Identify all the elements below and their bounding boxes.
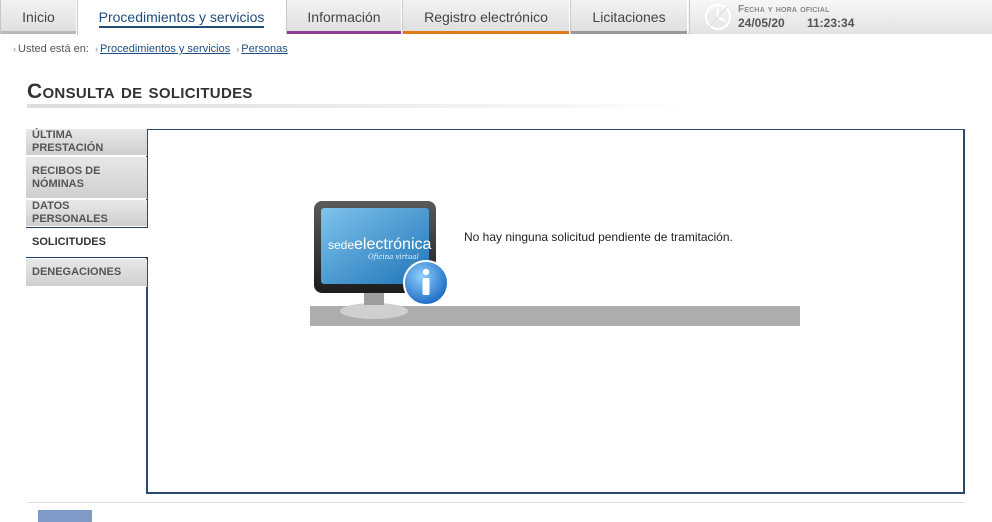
logo-subtext: Oficina virtual [368, 253, 419, 261]
title-divider [27, 104, 687, 108]
breadcrumb-prefix: Usted está en: [18, 43, 89, 55]
clock-date: 24/05/20 [738, 16, 785, 30]
tab-informacion[interactable]: Información [286, 0, 402, 34]
breadcrumb-arrow-icon: › [95, 44, 98, 54]
tab-inicio[interactable]: Inicio [0, 0, 77, 34]
submenu-item-label: DENEGACIONES [32, 266, 122, 278]
submenu-item-label: SOLICITUDES [32, 236, 106, 248]
breadcrumb-link-personas[interactable]: Personas [241, 43, 287, 55]
breadcrumb: › Usted está en: › Procedimientos y servic… [10, 43, 288, 55]
tab-registro-label: Registro electrónico [424, 9, 548, 25]
tab-inicio-label: Inicio [22, 9, 55, 25]
tab-inicio-underline [1, 31, 76, 34]
breadcrumb-arrow-icon: › [13, 44, 16, 54]
top-navigation: Inicio Procedimientos y servicios Inform… [0, 0, 992, 35]
tab-procedimientos[interactable]: Procedimientos y servicios [77, 0, 286, 35]
submenu-item-datos-personales[interactable]: DATOS PERSONALES [26, 200, 147, 227]
submenu-item-solicitudes[interactable]: SOLICITUDES [26, 227, 148, 258]
logo-text-main: sede [328, 238, 354, 252]
tab-licitaciones[interactable]: Licitaciones [570, 0, 688, 34]
clock-time: 11:23:34 [807, 16, 855, 30]
no-requests-message: No hay ninguna solicitud pendiente de tr… [464, 230, 733, 244]
official-clock: Fecha y hora oficial 24/05/20 11:23:34 [689, 0, 992, 34]
tab-informacion-label: Información [307, 9, 381, 25]
submenu-item-label: DATOS PERSONALES [32, 200, 108, 225]
page-title: Consulta de solicitudes [27, 80, 253, 103]
tab-procedimientos-label: Procedimientos y servicios [98, 9, 265, 28]
submenu-item-denegaciones[interactable]: DENEGACIONES [26, 259, 147, 287]
breadcrumb-link-procedimientos[interactable]: Procedimientos y servicios [100, 43, 230, 55]
footer-button[interactable] [38, 510, 92, 522]
submenu-item-label: RECIBOS DE NÓMINAS [32, 164, 101, 190]
tab-licitaciones-underline [571, 31, 687, 34]
submenu-item-ultima-prestacion[interactable]: ÚLTIMA PRESTACIÓN [26, 129, 147, 156]
submenu-item-recibos-nominas[interactable]: RECIBOS DE NÓMINAS [26, 157, 147, 199]
tab-registro-underline [403, 31, 569, 34]
logo-text-accent: electrónica [354, 236, 431, 253]
footer-divider [27, 502, 965, 503]
clock-icon [705, 4, 731, 30]
svg-text:sedeelectrónica: sedeelectrónica [328, 236, 432, 253]
submenu-item-label: ÚLTIMA PRESTACIÓN [32, 129, 104, 154]
breadcrumb-arrow-icon: › [236, 44, 240, 54]
sede-electronica-monitor-icon: sedeelectrónica Oficina virtual [314, 201, 449, 319]
tab-registro[interactable]: Registro electrónico [402, 0, 570, 34]
tab-informacion-underline [287, 31, 401, 34]
tab-licitaciones-label: Licitaciones [592, 9, 666, 25]
clock-title: Fecha y hora oficial [738, 4, 830, 15]
